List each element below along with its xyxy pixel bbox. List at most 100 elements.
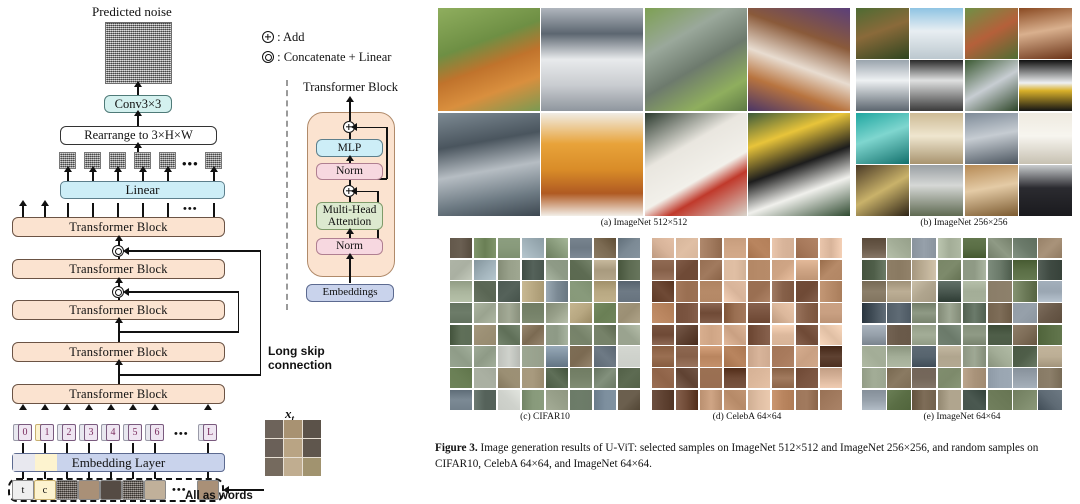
sample-image xyxy=(771,238,795,259)
sample-image xyxy=(962,389,987,410)
sample-image xyxy=(962,281,987,302)
xt-patch xyxy=(303,458,321,476)
sample-image xyxy=(438,8,540,112)
panel-e-grid xyxy=(862,238,1062,410)
xt-patch xyxy=(284,458,302,476)
sample-image xyxy=(617,368,640,389)
sample-image xyxy=(652,238,675,259)
sample-image xyxy=(569,238,593,259)
sample-image xyxy=(450,324,473,345)
sample-image xyxy=(1038,368,1062,389)
sample-image xyxy=(723,238,747,259)
transformer-block-5: Transformer Block xyxy=(12,384,225,404)
sample-image xyxy=(910,165,964,216)
word-cell-patch xyxy=(56,480,78,500)
sample-image xyxy=(521,303,545,324)
sample-image xyxy=(887,259,911,280)
attention-label-line2: Attention xyxy=(327,216,372,228)
word-cell-timestep: t xyxy=(12,480,34,500)
sample-image xyxy=(937,259,962,280)
sample-image xyxy=(1013,389,1037,410)
sample-image xyxy=(473,368,497,389)
sample-image xyxy=(795,389,819,410)
sample-image xyxy=(521,324,545,345)
sample-image xyxy=(856,8,909,59)
sample-image xyxy=(937,238,962,259)
sample-image xyxy=(910,112,964,164)
sample-image xyxy=(937,346,962,367)
sample-image xyxy=(862,238,886,259)
xt-patch xyxy=(265,420,283,438)
sample-image xyxy=(545,238,569,259)
sample-image xyxy=(819,238,842,259)
sample-image xyxy=(747,238,771,259)
word-cell-patch xyxy=(78,480,100,500)
sample-image xyxy=(987,303,1012,324)
sample-image xyxy=(569,346,593,367)
sample-image xyxy=(748,112,850,216)
sample-image xyxy=(593,303,617,324)
sample-image xyxy=(1019,165,1072,216)
token-index-5: 5 xyxy=(128,424,142,441)
sample-image xyxy=(473,346,497,367)
sample-image xyxy=(856,112,909,164)
sample-image xyxy=(569,259,593,280)
sample-image xyxy=(987,281,1012,302)
sample-image xyxy=(644,8,747,112)
panel-d-grid xyxy=(652,238,842,410)
sample-image xyxy=(937,368,962,389)
sample-image xyxy=(887,324,911,345)
xt-patch xyxy=(265,458,283,476)
sample-image xyxy=(964,165,1018,216)
sample-image xyxy=(795,368,819,389)
sample-image xyxy=(747,259,771,280)
sample-image xyxy=(545,324,569,345)
panel-e-caption: (e) ImageNet 64×64 xyxy=(923,412,1001,422)
word-cell-condition: c xyxy=(34,480,56,500)
sample-image xyxy=(887,238,911,259)
sample-image xyxy=(910,60,964,112)
sample-image xyxy=(675,259,699,280)
panel-b-grid xyxy=(856,8,1072,216)
sample-image xyxy=(541,112,644,216)
sample-image xyxy=(887,281,911,302)
sample-image xyxy=(862,346,886,367)
word-cell-patch xyxy=(144,480,166,500)
sample-image xyxy=(1038,346,1062,367)
sample-image xyxy=(497,281,521,302)
sample-image xyxy=(962,324,987,345)
sample-image xyxy=(699,324,723,345)
sample-image xyxy=(497,324,521,345)
sample-image xyxy=(569,281,593,302)
sample-image xyxy=(937,389,962,410)
predicted-noise-block xyxy=(105,22,172,84)
sample-image xyxy=(675,389,699,410)
sample-image xyxy=(699,368,723,389)
sample-image xyxy=(887,389,911,410)
sample-image xyxy=(1013,346,1037,367)
sample-image xyxy=(593,281,617,302)
sample-image xyxy=(1038,389,1062,410)
sample-image xyxy=(652,324,675,345)
panel-b-imagenet-256 xyxy=(856,8,1072,216)
token-index-2: 2 xyxy=(62,424,76,441)
sample-image xyxy=(1013,303,1037,324)
sample-image xyxy=(771,346,795,367)
sample-image xyxy=(862,368,886,389)
sample-image xyxy=(912,389,937,410)
sample-image xyxy=(1038,281,1062,302)
sample-image xyxy=(699,281,723,302)
sample-image xyxy=(1019,60,1072,112)
sample-image xyxy=(593,259,617,280)
sample-image xyxy=(723,259,747,280)
linear-block: Linear xyxy=(60,181,225,199)
sample-image xyxy=(644,112,747,216)
sample-image xyxy=(652,368,675,389)
sample-image xyxy=(987,389,1012,410)
sample-image xyxy=(962,238,987,259)
panel-a-caption: (a) ImageNet 512×512 xyxy=(600,218,688,228)
sample-image xyxy=(771,303,795,324)
legend-concat-label: : Concatenate + Linear xyxy=(277,50,392,64)
sample-image xyxy=(937,281,962,302)
sample-image xyxy=(795,281,819,302)
